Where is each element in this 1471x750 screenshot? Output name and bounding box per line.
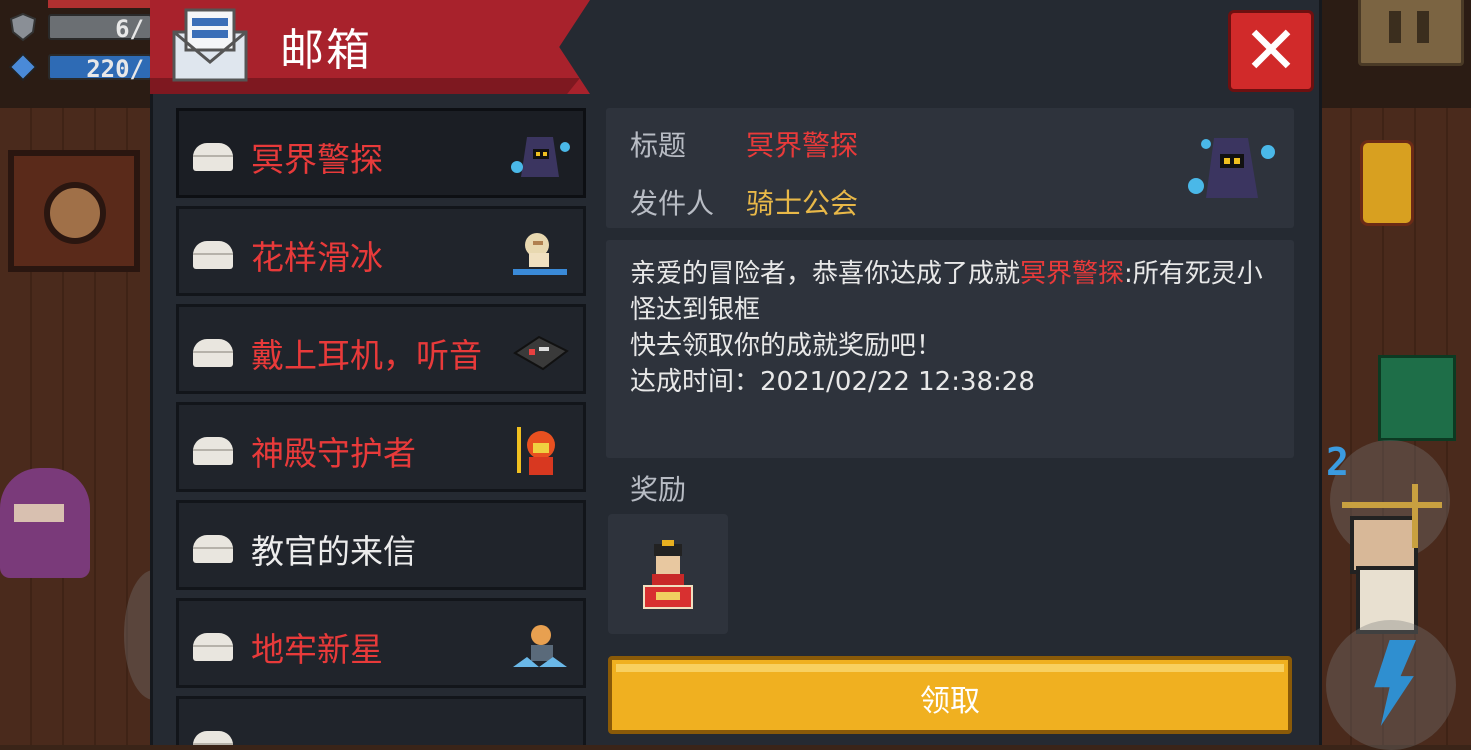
dungeon-star-icon	[513, 625, 567, 667]
envelope-icon	[193, 731, 233, 745]
sender-value: 骑士公会	[746, 187, 859, 220]
body-achievement: 冥界警探	[1020, 259, 1125, 289]
headphone-device-icon	[513, 335, 569, 371]
shield-value: 6/	[115, 15, 144, 43]
claim-button[interactable]: 领取	[608, 656, 1292, 734]
envelope-icon	[193, 535, 233, 563]
mail-item-5[interactable]: 地牢新星	[176, 598, 586, 688]
shield-bar: 6/	[48, 14, 152, 43]
body-prefix: 亲爱的冒险者，恭喜你达成了成就	[630, 259, 1021, 289]
mail-item-label: 花样滑冰	[251, 238, 383, 277]
mail-item-label: 戴上耳机，听音	[251, 336, 482, 375]
sender-label: 发件人	[630, 187, 715, 220]
claim-button-label: 领取	[920, 684, 980, 719]
treasure-chest	[1378, 355, 1456, 441]
swap-icon: 2	[1326, 440, 1349, 484]
mail-item-label: 神殿守护者	[251, 434, 416, 473]
mail-item-1[interactable]: 花样滑冰	[176, 206, 586, 296]
mail-icon	[172, 8, 248, 82]
energy-bar: 220/	[48, 54, 152, 83]
npc-character	[0, 468, 90, 578]
envelope-icon	[193, 633, 233, 661]
envelope-icon	[193, 241, 233, 269]
mail-list[interactable]: 冥界警探 花样滑冰 戴上耳机，听音 神殿守护者 教官的来信 地牢新星	[176, 108, 586, 745]
mail-item-6[interactable]	[176, 696, 586, 745]
envelope-icon	[193, 143, 233, 171]
hooded-ghost-icon	[511, 137, 570, 177]
envelope-icon	[193, 437, 233, 465]
hooded-ghost-icon	[1188, 138, 1275, 198]
close-icon: ✕	[1243, 12, 1299, 89]
mail-item-label: 教官的来信	[251, 532, 416, 571]
health-bar	[48, 0, 152, 8]
lantern	[1360, 140, 1414, 226]
mail-body-text: 亲爱的冒险者，恭喜你达成了成就冥界警探:所有死灵小怪达到银框 快去领取你的成就奖…	[630, 256, 1280, 400]
close-button[interactable]: ✕	[1228, 10, 1314, 92]
mail-item-3[interactable]: 神殿守护者	[176, 402, 586, 492]
envelope-icon	[193, 339, 233, 367]
shield-icon	[9, 12, 37, 42]
body-line2: 快去领取你的成就奖励吧！	[630, 331, 943, 361]
pause-button[interactable]	[1358, 0, 1464, 66]
reward-skin-icon	[643, 540, 693, 609]
temple-guardian-icon	[517, 427, 555, 475]
mail-item-label: 冥界警探	[251, 140, 383, 179]
mail-item-label: 地牢新星	[251, 630, 383, 669]
title-value: 冥界警探	[746, 129, 859, 162]
mail-item-2[interactable]: 戴上耳机，听音	[176, 304, 586, 394]
title-label: 标题	[630, 129, 687, 162]
energy-icon	[8, 52, 38, 82]
reward-label: 奖励	[630, 473, 687, 506]
mail-item-0[interactable]: 冥界警探	[176, 108, 586, 198]
skater-icon	[513, 233, 567, 275]
energy-value: 220/	[86, 55, 144, 83]
mail-item-4[interactable]: 教官的来信	[176, 500, 586, 590]
wall-decoration	[8, 150, 140, 272]
reward-slot[interactable]	[608, 514, 728, 634]
body-line3: 达成时间：2021/02/22 12:38:28	[630, 367, 1035, 397]
player-character	[1336, 484, 1446, 640]
page-title: 邮箱	[280, 25, 372, 76]
